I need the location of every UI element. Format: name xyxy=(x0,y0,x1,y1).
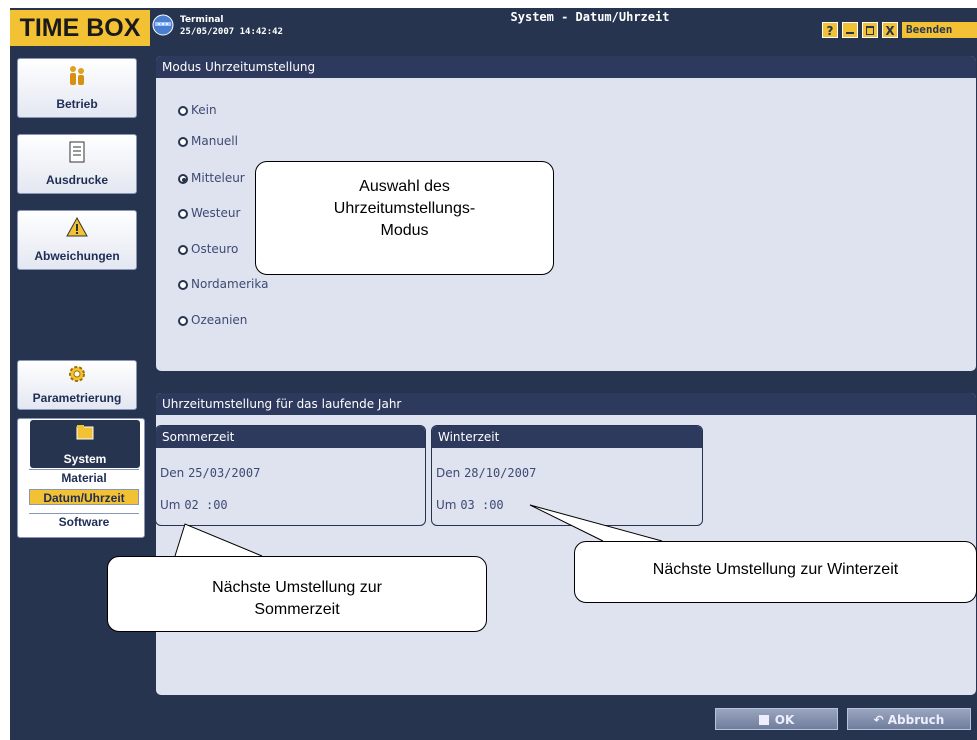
sidebar-item-label: Betrieb xyxy=(56,97,98,111)
terminal-globe-icon xyxy=(152,12,174,38)
ok-button[interactable]: OK xyxy=(715,708,838,730)
sidebar-subitem-software[interactable]: Software xyxy=(29,513,139,529)
time-label: Um xyxy=(160,498,181,512)
close-button[interactable]: X xyxy=(882,22,898,38)
callout-line: Nächste Umstellung zur Winterzeit xyxy=(652,561,899,578)
radio-mitteleuropa[interactable]: Mitteleur xyxy=(178,169,245,187)
callout-next-summer-change: Nächste Umstellung zur Sommerzeit xyxy=(107,556,487,632)
date-label: Den xyxy=(160,466,185,480)
summer-time: Um 02 :00 xyxy=(160,498,228,512)
summer-date-value: 25/03/2007 xyxy=(188,466,261,480)
radio-ozeanien[interactable]: Ozeanien xyxy=(178,311,247,329)
ok-label: OK xyxy=(774,713,795,727)
summer-time-value: 02 :00 xyxy=(184,498,228,512)
current-year-panel-title: Uhrzeitumstellung für das laufende Jahr xyxy=(156,393,976,415)
cancel-button[interactable]: ↶ Abbruch xyxy=(847,708,971,730)
radio-manuell[interactable]: Manuell xyxy=(178,132,238,150)
winter-time-panel: Winterzeit Den 28/10/2007 Um 03 :00 xyxy=(431,425,703,526)
callout-mode-selection: Auswahl des Uhrzeitumstellungs- Modus xyxy=(255,161,554,275)
radio-circle[interactable] xyxy=(178,316,188,326)
warning-icon xyxy=(66,216,88,242)
winter-time-value: 03 :00 xyxy=(460,498,504,512)
sidebar-item-parametrierung[interactable]: Parametrierung xyxy=(17,360,137,410)
time-label: Um xyxy=(436,498,457,512)
winter-time: Um 03 :00 xyxy=(436,498,504,512)
operation-icon xyxy=(67,65,87,92)
winter-time-title: Winterzeit xyxy=(432,426,702,448)
cancel-label: Abbruch xyxy=(887,713,945,727)
radio-circle[interactable] xyxy=(178,106,188,116)
radio-label: Osteuro xyxy=(191,242,239,256)
winter-date-value: 28/10/2007 xyxy=(464,466,537,480)
help-button[interactable]: ? xyxy=(822,22,838,38)
radio-circle[interactable] xyxy=(178,209,188,219)
folder-icon xyxy=(76,424,94,444)
maximize-button[interactable] xyxy=(862,22,878,38)
radio-circle[interactable] xyxy=(178,137,188,147)
radio-label: Westeur xyxy=(191,206,241,220)
summer-time-title: Sommerzeit xyxy=(156,426,425,448)
document-icon xyxy=(69,141,85,168)
radio-nordamerika[interactable]: Nordamerika xyxy=(178,275,268,293)
sidebar-subitem-datum-uhrzeit[interactable]: Datum/Uhrzeit xyxy=(29,489,139,505)
callout-line: Sommerzeit xyxy=(254,601,340,618)
radio-circle[interactable] xyxy=(178,245,188,255)
sidebar-item-abweichungen[interactable]: Abweichungen xyxy=(17,210,137,270)
date-label: Den xyxy=(436,466,461,480)
callout-next-winter-change: Nächste Umstellung zur Winterzeit xyxy=(574,541,977,603)
sidebar-item-betrieb[interactable]: Betrieb xyxy=(17,58,137,118)
callout-line: Nächste Umstellung zur xyxy=(212,579,382,596)
terminal-label: Terminal xyxy=(180,15,224,25)
checkbox-icon xyxy=(758,715,769,725)
radio-westeuropa[interactable]: Westeur xyxy=(178,204,240,222)
callout-line: Uhrzeitumstellungs- xyxy=(333,200,476,217)
sidebar-item-system[interactable]: System xyxy=(30,420,140,468)
radio-label: Nordamerika xyxy=(191,277,269,291)
gear-icon xyxy=(66,363,88,390)
mode-panel-title: Modus Uhrzeitumstellung xyxy=(156,56,976,78)
current-datetime: 25/05/2007 14:42:42 xyxy=(180,27,283,37)
radio-label: Manuell xyxy=(191,134,238,148)
undo-arrow-icon: ↶ xyxy=(873,713,884,727)
radio-label: Ozeanien xyxy=(191,313,248,327)
minimize-button[interactable] xyxy=(842,22,858,38)
summer-date: Den 25/03/2007 xyxy=(160,466,260,480)
sidebar-item-label: System xyxy=(63,452,107,466)
sidebar-item-label: Abweichungen xyxy=(34,249,120,263)
radio-label: Mitteleur xyxy=(191,171,245,185)
callout-line: Auswahl des xyxy=(359,178,450,195)
radio-circle[interactable] xyxy=(178,280,188,290)
quit-button[interactable]: Beenden xyxy=(902,22,977,38)
radio-kein[interactable]: Kein xyxy=(178,101,217,119)
sidebar-subitem-material[interactable]: Material xyxy=(29,469,139,485)
radio-label: Kein xyxy=(191,103,217,117)
sidebar-item-ausdrucke[interactable]: Ausdrucke xyxy=(17,134,137,194)
callout-line: Modus xyxy=(380,222,429,239)
window-title: System - Datum/Uhrzeit xyxy=(510,10,670,24)
summer-time-panel: Sommerzeit Den 25/03/2007 Um 02 :00 xyxy=(155,425,426,526)
radio-osteuropa[interactable]: Osteuro xyxy=(178,240,238,258)
sidebar-item-label: Parametrierung xyxy=(32,391,122,405)
winter-date: Den 28/10/2007 xyxy=(436,466,536,480)
radio-circle-selected[interactable] xyxy=(178,174,188,184)
sidebar-item-label: Ausdrucke xyxy=(45,173,109,187)
brand-logo: TIME BOX xyxy=(10,10,150,46)
